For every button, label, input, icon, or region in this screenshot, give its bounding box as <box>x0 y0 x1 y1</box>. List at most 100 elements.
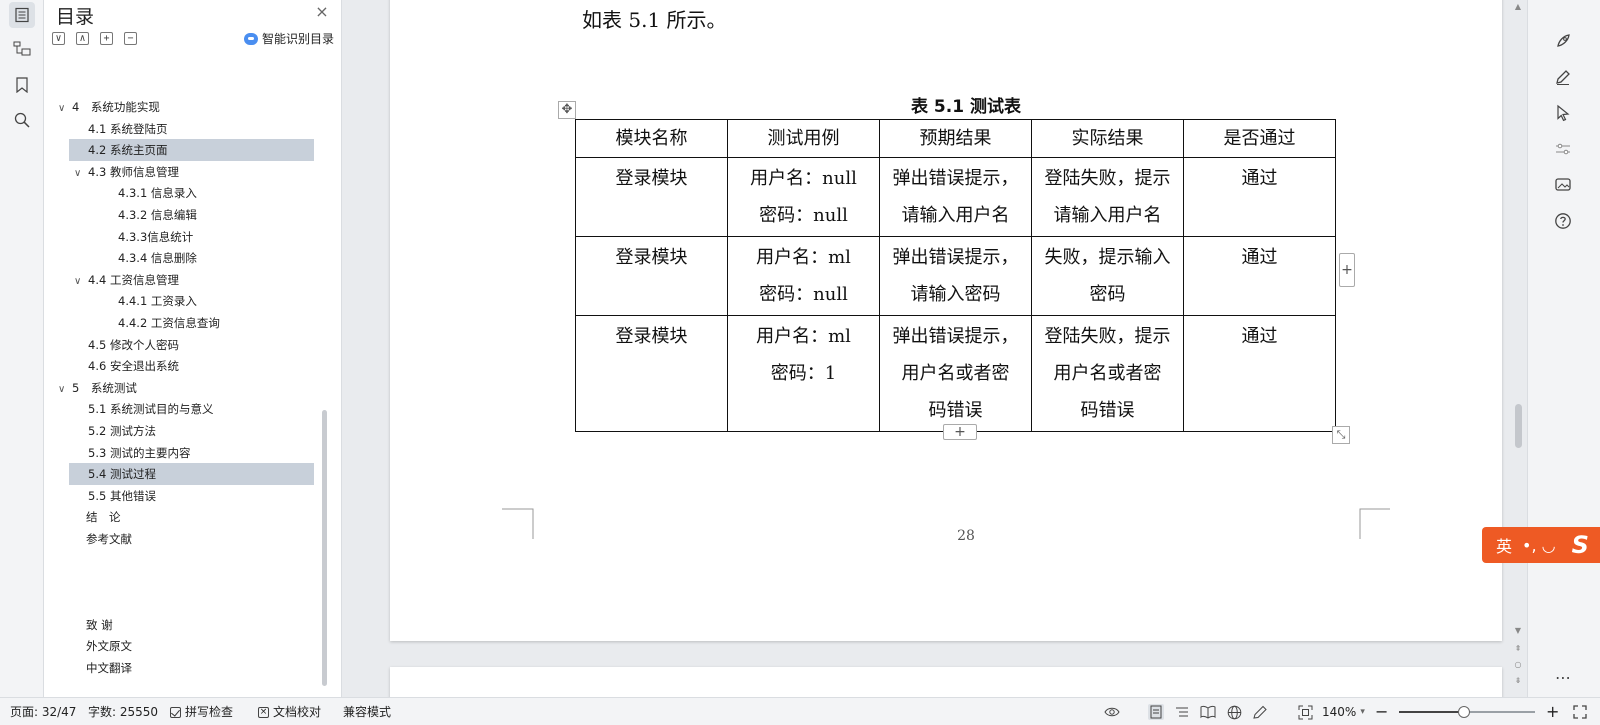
toc-item[interactable]: 5.1 系统测试目的与意义 <box>44 398 314 420</box>
document-scrollbar[interactable]: ▲ ▼ ⇞ ○ ⇟ <box>1510 0 1527 697</box>
add-column-button[interactable]: + <box>1339 253 1355 287</box>
spell-check-toggle[interactable]: 拼写检查 <box>170 698 233 725</box>
table-header-cell[interactable]: 是否通过 <box>1183 119 1336 158</box>
toc-item[interactable]: 4.5 修改个人密码 <box>44 334 314 356</box>
toc-item[interactable]: 中文翻译 <box>44 657 314 679</box>
toc-item[interactable]: 4.4.1 工资录入 <box>44 290 314 312</box>
table-cell[interactable]: 通过 <box>1183 236 1336 316</box>
scroll-down-icon[interactable]: ▼ <box>1513 626 1523 636</box>
table-cell[interactable]: 失败，提示输入 密码 <box>1031 236 1184 316</box>
rocket-icon[interactable] <box>1550 28 1576 54</box>
table-move-handle[interactable]: ✥ <box>558 101 576 119</box>
toc-panel-icon[interactable] <box>9 2 35 28</box>
next-page-icon[interactable]: ⇟ <box>1513 676 1523 686</box>
zoom-dropdown[interactable]: 140% ▾ <box>1322 698 1365 725</box>
expand-up-button[interactable]: ∧ <box>76 32 89 45</box>
table-cell[interactable]: 弹出错误提示， 请输入密码 <box>879 236 1032 316</box>
toc-item[interactable]: 4.2 系统主页面 <box>69 139 314 162</box>
toc-item[interactable]: 参考文献 <box>44 528 314 550</box>
ime-toolbar[interactable]: 英 •, ◡ S <box>1482 527 1600 563</box>
write-mode-icon[interactable] <box>1252 704 1268 720</box>
table-cell[interactable]: 弹出错误提示， 请输入用户名 <box>879 157 1032 237</box>
table-cell[interactable]: 登录模块 <box>575 157 728 237</box>
table-cell[interactable]: 用户名：ml 密码：1 <box>727 315 880 432</box>
search-icon[interactable] <box>9 107 35 133</box>
image-tools-icon[interactable] <box>1550 172 1576 198</box>
page-view-icon[interactable] <box>1148 704 1164 720</box>
toc-item-label: 4.2 系统主页面 <box>88 143 168 158</box>
proofread-label: 文档校对 <box>273 705 322 719</box>
toc-item[interactable]: 4.3.2 信息编辑 <box>44 204 314 226</box>
table-header-cell[interactable]: 模块名称 <box>575 119 728 158</box>
close-icon[interactable]: × <box>312 2 332 22</box>
outline-view-icon[interactable] <box>1174 704 1190 720</box>
reading-mode-icon[interactable] <box>1200 704 1216 720</box>
prev-page-icon[interactable]: ⇞ <box>1513 644 1523 654</box>
table-cell[interactable]: 通过 <box>1183 157 1336 237</box>
sliders-settings-icon[interactable] <box>1550 136 1576 162</box>
table-cell[interactable]: 登录模块 <box>575 236 728 316</box>
zoom-in-button[interactable]: + <box>1546 698 1559 725</box>
toc-item[interactable]: ∨ 5 系统测试 <box>44 377 314 399</box>
toc-item[interactable]: 5.5 其他错误 <box>44 485 314 507</box>
spell-check-icon <box>170 706 181 718</box>
toc-item-label: 4.3.3信息统计 <box>118 229 194 244</box>
toc-item[interactable]: ∨ 4.4 工资信息管理 <box>44 269 314 291</box>
table-resize-handle[interactable]: ⤡ <box>1332 426 1350 444</box>
table-header-cell[interactable]: 预期结果 <box>879 119 1032 158</box>
select-browse-icon[interactable]: ○ <box>1513 660 1523 670</box>
ime-language[interactable]: 英 <box>1496 533 1512 557</box>
toc-scrollbar[interactable] <box>322 410 327 686</box>
toc-item[interactable]: ∨ 4 系统功能实现 <box>44 96 314 118</box>
scroll-up-icon[interactable]: ▲ <box>1513 2 1523 12</box>
fullscreen-icon[interactable] <box>1572 704 1588 720</box>
help-icon[interactable] <box>1550 208 1576 234</box>
table-cell-line: 登录模块 <box>615 168 688 189</box>
bookmark-icon[interactable] <box>9 72 35 98</box>
toc-item[interactable]: 致 谢 <box>44 614 314 636</box>
toc-item[interactable]: 4.3.3信息统计 <box>44 226 314 248</box>
remove-heading-button[interactable]: − <box>124 32 137 45</box>
table-cell-line: 登陆失败，提示 <box>1044 326 1171 347</box>
zoom-slider-knob[interactable] <box>1458 706 1471 718</box>
collapse-all-button[interactable]: ∨ <box>52 32 65 45</box>
toc-item[interactable]: 4.3.4 信息删除 <box>44 247 314 269</box>
ime-punctuation[interactable]: •, ◡ <box>1522 536 1556 555</box>
web-layout-icon[interactable] <box>1226 704 1242 720</box>
pen-edit-icon[interactable] <box>1550 64 1576 90</box>
table-header-cell[interactable]: 实际结果 <box>1031 119 1184 158</box>
table-cell[interactable]: 登陆失败，提示 请输入用户名 <box>1031 157 1184 237</box>
toc-item[interactable]: 4.4.2 工资信息查询 <box>44 312 314 334</box>
fit-page-icon[interactable] <box>1297 704 1313 720</box>
word-count[interactable]: 字数: 25550 <box>88 698 158 725</box>
add-heading-button[interactable]: + <box>100 32 113 45</box>
toc-item[interactable]: 4.3.1 信息录入 <box>44 182 314 204</box>
table-cell[interactable]: 用户名：ml 密码：null <box>727 236 880 316</box>
page-counter[interactable]: 页面: 32/47 <box>10 698 76 725</box>
cursor-select-icon[interactable] <box>1550 100 1576 126</box>
toc-item[interactable]: 5.4 测试过程 <box>69 463 314 486</box>
toc-item[interactable]: 外文原文 <box>44 635 314 657</box>
table-cell[interactable]: 用户名：null 密码：null <box>727 157 880 237</box>
add-row-button[interactable]: + <box>943 424 977 440</box>
zoom-out-button[interactable]: − <box>1375 698 1388 725</box>
table-cell-line: 弹出错误提示， <box>892 168 1019 189</box>
toc-item[interactable]: 结 论 <box>44 506 314 528</box>
toc-item[interactable]: ∨ 4.3 教师信息管理 <box>44 161 314 183</box>
table-cell[interactable]: 登录模块 <box>575 315 728 432</box>
table-cell[interactable]: 登陆失败，提示 用户名或者密 码错误 <box>1031 315 1184 432</box>
table-cell[interactable]: 通过 <box>1183 315 1336 432</box>
doc-proofread-toggle[interactable]: × 文档校对 <box>258 698 321 725</box>
scroll-thumb[interactable] <box>1515 404 1522 448</box>
toc-item[interactable]: 5.2 测试方法 <box>44 420 314 442</box>
navigation-tree-icon[interactable] <box>9 36 35 62</box>
toc-item[interactable]: 5.3 测试的主要内容 <box>44 442 314 464</box>
eye-protection-icon[interactable] <box>1104 704 1120 720</box>
toc-item[interactable]: 4.6 安全退出系统 <box>44 355 314 377</box>
table-cell[interactable]: 弹出错误提示， 用户名或者密 码错误 <box>879 315 1032 432</box>
smart-toc-button[interactable]: 智能识别目录 <box>244 30 334 47</box>
more-options-icon[interactable]: ⋯ <box>1550 664 1576 690</box>
table-header-cell[interactable]: 测试用例 <box>727 119 880 158</box>
table-header-row: 模块名称 测试用例 预期结果 实际结果 是否通过 <box>575 119 1336 158</box>
toc-item[interactable]: 4.1 系统登陆页 <box>44 118 314 140</box>
